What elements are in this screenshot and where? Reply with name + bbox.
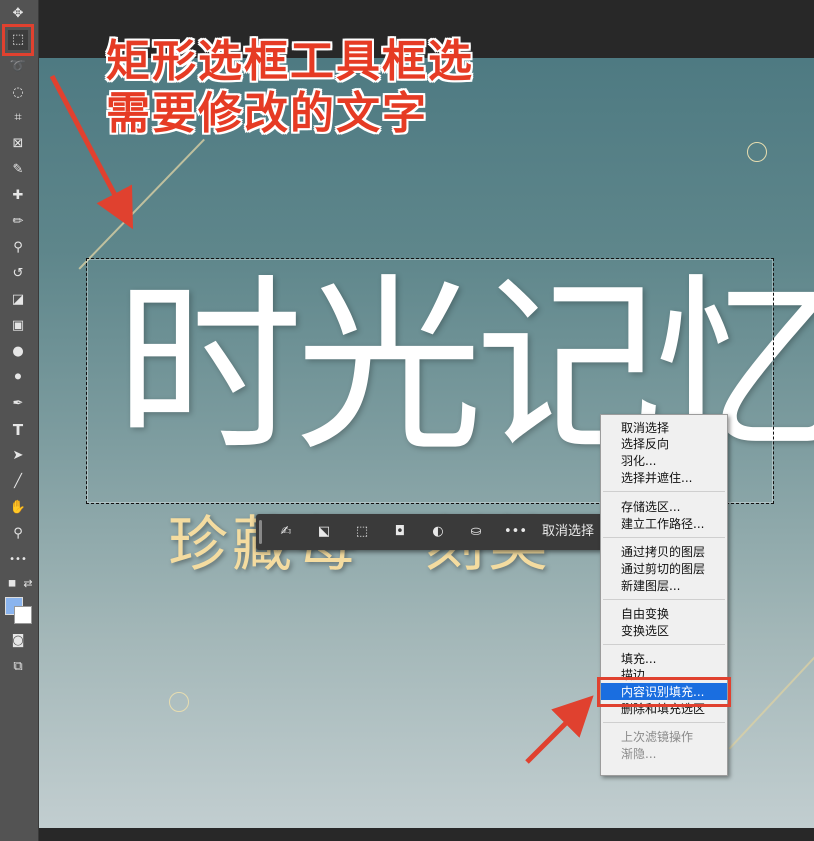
contextual-task-bar: ✍ ⬕ ⬚ ◘ ◐ ⛀ ••• 取消选择 — [256, 514, 604, 550]
type-tool-icon[interactable]: T — [8, 420, 28, 440]
task-bar-grip[interactable] — [259, 520, 262, 544]
menu-item-layer-via-cut[interactable]: 通过剪切的图层 — [621, 561, 705, 577]
object-selection-tool-icon[interactable]: ◌ — [8, 83, 28, 103]
status-strip — [39, 828, 814, 841]
healing-brush-tool-icon[interactable]: ✚ — [8, 186, 28, 206]
deselect-button[interactable]: 取消选择 — [542, 523, 594, 541]
tools-panel: ✥ ⬚ ➰ ◌ ⌗ ⊠ ✎ ✚ ✏ ⚲ ↺ ◪ ▣ ● ⚫ ✒ T ➤ ╱ ✋ … — [0, 0, 39, 841]
path-selection-tool-icon[interactable]: ➤ — [8, 446, 28, 466]
eraser-tool-icon[interactable]: ◪ — [8, 290, 28, 310]
menu-separator — [603, 644, 725, 645]
brush-tool-icon[interactable]: ✏ — [8, 212, 28, 232]
menu-item-layer-via-copy[interactable]: 通过拷贝的图层 — [621, 544, 705, 560]
blur-tool-icon[interactable]: ● — [8, 342, 28, 362]
quick-mask-icon[interactable]: ◙ — [8, 631, 28, 651]
highlight-callout-box — [597, 677, 731, 707]
more-icon[interactable]: ••• — [504, 522, 527, 542]
screen-mode-icon[interactable]: ⧉ — [8, 657, 28, 677]
menu-separator — [603, 722, 725, 723]
annotation-text: 矩形选框工具框选 需要修改的文字 — [106, 36, 474, 140]
menu-item-free-transform[interactable]: 自由变换 — [621, 606, 669, 622]
select-subject-icon[interactable]: ⬕ — [314, 522, 334, 542]
line-tool-icon[interactable]: ╱ — [8, 472, 28, 492]
clone-stamp-tool-icon[interactable]: ⚲ — [8, 238, 28, 258]
hand-tool-icon[interactable]: ✋ — [8, 498, 28, 518]
context-menu: 取消选择 选择反向 羽化... 选择并遮住... 存储选区... 建立工作路径.… — [600, 414, 728, 776]
menu-separator — [603, 491, 725, 492]
eyedropper-tool-icon[interactable]: ✎ — [8, 160, 28, 180]
rectangular-marquee-tool-icon[interactable]: ⬚ — [2, 24, 34, 56]
decorative-line — [78, 138, 205, 270]
menu-item-save-selection[interactable]: 存储选区... — [621, 499, 680, 515]
menu-item-transform-selection[interactable]: 变换选区 — [621, 623, 669, 639]
transform-selection-icon[interactable]: ⬚ — [352, 522, 372, 542]
more-tools-icon[interactable]: ••• — [8, 550, 28, 570]
annotation-line-2: 需要修改的文字 — [106, 88, 428, 139]
move-tool-icon[interactable]: ✥ — [8, 4, 28, 24]
menu-item-fill[interactable]: 填充... — [621, 651, 656, 667]
swap-colors-icon[interactable]: ⇄ — [18, 574, 38, 594]
lasso-tool-icon[interactable]: ➰ — [8, 57, 28, 77]
menu-item-feather[interactable]: 羽化... — [621, 453, 656, 469]
history-brush-tool-icon[interactable]: ↺ — [8, 264, 28, 284]
fill-icon[interactable]: ⛀ — [466, 522, 486, 542]
mask-icon[interactable]: ◘ — [390, 522, 410, 542]
decorative-circle — [169, 692, 189, 712]
pen-tool-icon[interactable]: ✒ — [8, 394, 28, 414]
decorative-circle — [747, 142, 767, 162]
menu-item-make-work-path[interactable]: 建立工作路径... — [621, 516, 704, 532]
decorative-line — [728, 631, 814, 750]
menu-separator — [603, 537, 725, 538]
menu-item-deselect[interactable]: 取消选择 — [621, 420, 669, 436]
gradient-tool-icon[interactable]: ▣ — [8, 316, 28, 336]
adjustment-icon[interactable]: ◐ — [428, 522, 448, 542]
dodge-tool-icon[interactable]: ⚫ — [8, 368, 28, 388]
brush-icon[interactable]: ✍ — [276, 522, 296, 542]
menu-item-last-filter[interactable]: 上次滤镜操作 — [621, 729, 693, 745]
frame-tool-icon[interactable]: ⊠ — [8, 134, 28, 154]
crop-tool-icon[interactable]: ⌗ — [8, 108, 28, 128]
background-color-swatch[interactable] — [14, 606, 32, 624]
menu-item-select-inverse[interactable]: 选择反向 — [621, 436, 669, 452]
menu-item-new-layer[interactable]: 新建图层... — [621, 578, 680, 594]
menu-item-fade[interactable]: 渐隐... — [621, 746, 656, 762]
zoom-tool-icon[interactable]: ⚲ — [8, 524, 28, 544]
annotation-line-1: 矩形选框工具框选 — [106, 36, 474, 87]
menu-separator — [603, 599, 725, 600]
menu-item-select-and-mask[interactable]: 选择并遮住... — [621, 470, 692, 486]
